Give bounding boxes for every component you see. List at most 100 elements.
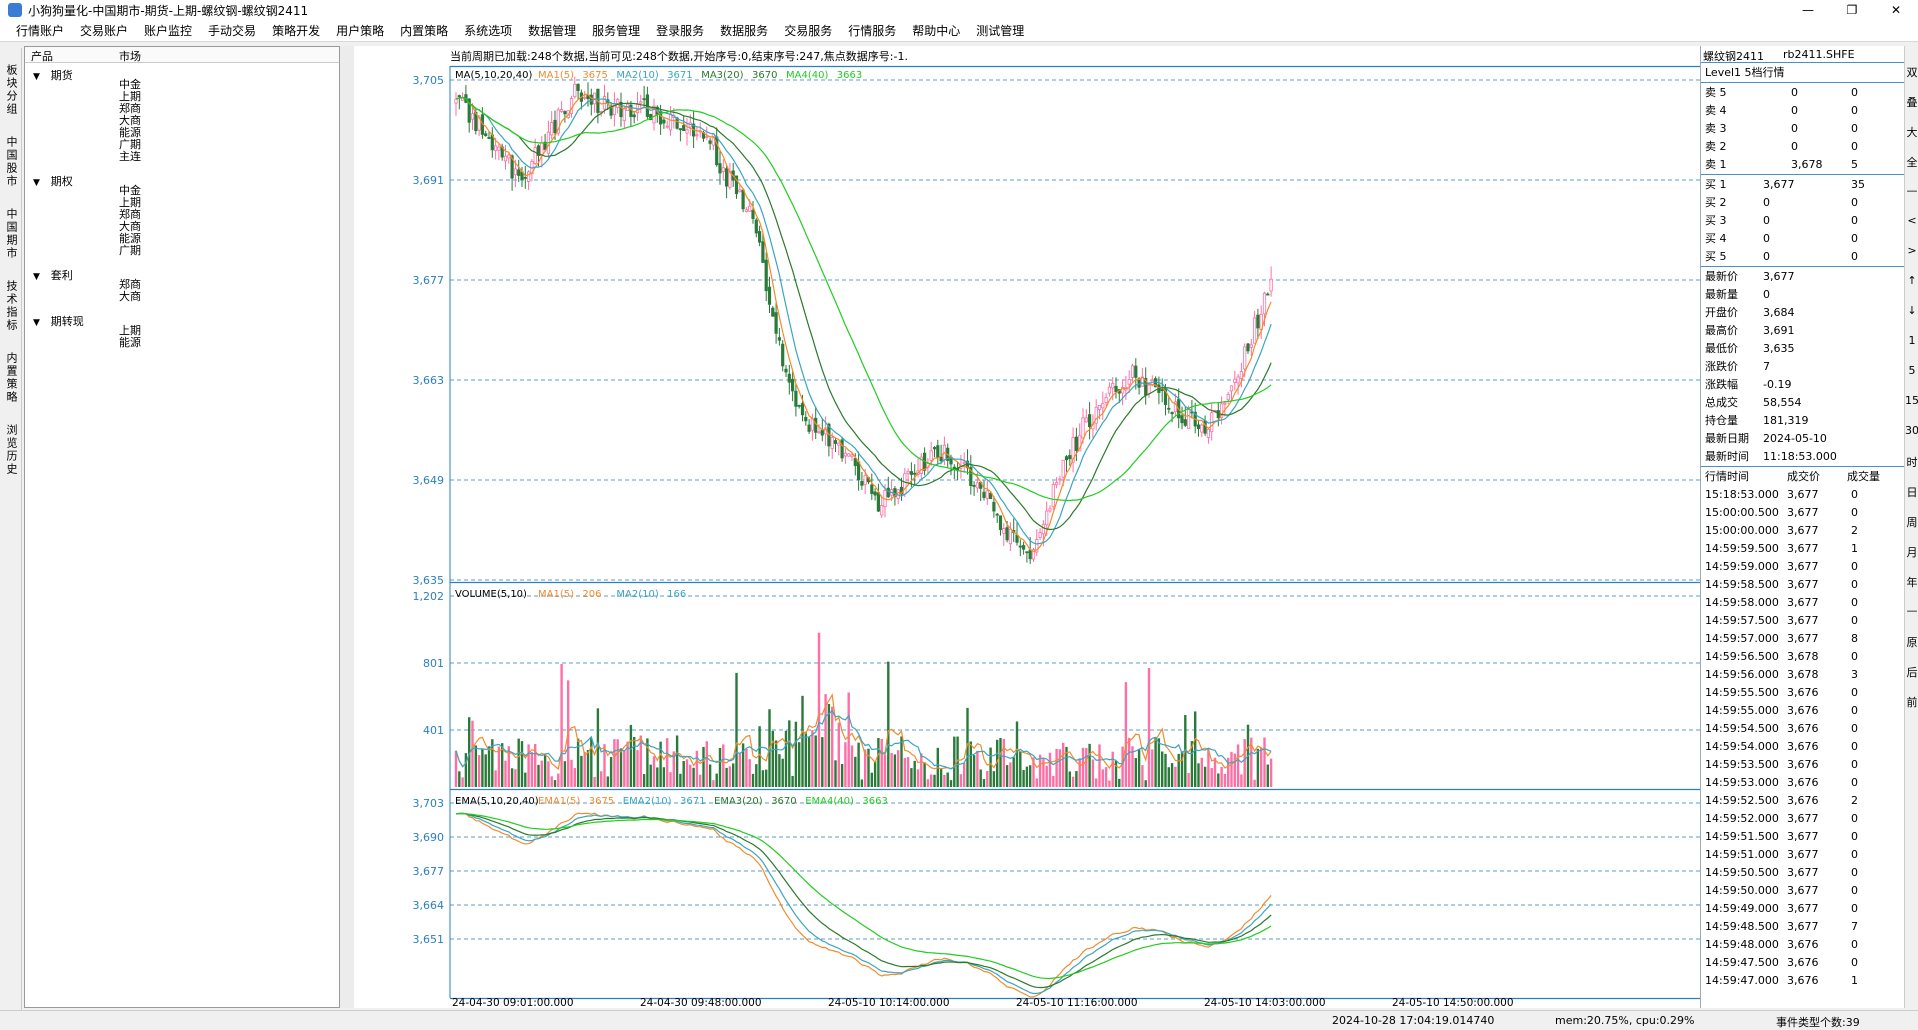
- menu-item-1[interactable]: 交易账户: [72, 20, 136, 42]
- expand-arrow-icon[interactable]: ▼: [33, 318, 43, 328]
- right-tab-15[interactable]: 周: [1905, 514, 1918, 530]
- tree-category-label: 期权: [50, 175, 73, 188]
- candle-body: [484, 133, 488, 137]
- right-tab-14[interactable]: 日: [1905, 484, 1918, 500]
- right-tab-1[interactable]: 叠: [1905, 94, 1918, 110]
- kline-chart[interactable]: 当前周期已加载:248个数据,当前可见:248个数据,开始序号:0,结束序号:2…: [354, 46, 1700, 1008]
- volume-bar: [692, 767, 695, 787]
- ask-row: 卖 5 0 0: [1701, 84, 1905, 102]
- candle-body: [837, 442, 841, 446]
- right-tab-4[interactable]: —: [1905, 184, 1918, 197]
- tree-market-item[interactable]: 能源: [119, 337, 141, 349]
- right-tab-20[interactable]: 后: [1905, 664, 1918, 680]
- right-tab-7[interactable]: ↑: [1905, 274, 1918, 287]
- right-tab-13[interactable]: 时: [1905, 454, 1918, 470]
- volume-bar: [811, 730, 814, 787]
- menu-item-13[interactable]: 行情服务: [840, 20, 904, 42]
- left-tab-1[interactable]: 中国股市: [3, 136, 19, 188]
- x-axis-label: 24-05-10 11:16:00.000: [1016, 997, 1138, 1008]
- candle-body: [1180, 415, 1184, 424]
- right-tab-6[interactable]: >: [1905, 244, 1918, 257]
- expand-arrow-icon[interactable]: ▼: [33, 272, 43, 282]
- menu-item-3[interactable]: 手动交易: [200, 20, 264, 42]
- expand-arrow-icon[interactable]: ▼: [33, 72, 43, 82]
- right-tab-11[interactable]: 15: [1905, 394, 1918, 407]
- right-tab-9[interactable]: 1: [1905, 334, 1918, 347]
- tick-time: 14:59:51.000: [1705, 848, 1779, 861]
- volume-bar: [725, 767, 728, 787]
- right-tab-18[interactable]: —: [1905, 604, 1918, 617]
- right-tab-17[interactable]: 年: [1905, 574, 1918, 590]
- menu-item-5[interactable]: 用户策略: [328, 20, 392, 42]
- candle-body: [559, 109, 564, 112]
- menu-item-0[interactable]: 行情账户: [8, 20, 72, 42]
- volume-bar: [1147, 668, 1151, 787]
- stat-row-label: 最低价: [1705, 342, 1738, 355]
- menu-item-6[interactable]: 内置策略: [392, 20, 456, 42]
- right-tab-0[interactable]: 双: [1905, 64, 1918, 80]
- candle-body: [1203, 420, 1207, 434]
- left-tab-4[interactable]: 内置策略: [3, 352, 19, 404]
- tree-category[interactable]: ▼ 套利: [33, 267, 73, 283]
- left-tab-2[interactable]: 中国期市: [3, 208, 19, 260]
- ask-row-label: 卖 1: [1705, 158, 1727, 171]
- volume-bar: [1266, 764, 1269, 787]
- candle-body: [573, 83, 577, 98]
- menu-item-10[interactable]: 登录服务: [648, 20, 712, 42]
- tick-row: 14:59:56.000 3,678 3: [1701, 666, 1905, 684]
- menu-item-15[interactable]: 测试管理: [968, 20, 1032, 42]
- tree-market-item[interactable]: 主连: [119, 151, 141, 163]
- volume-bar: [1167, 767, 1170, 787]
- right-tab-10[interactable]: 5: [1905, 364, 1918, 377]
- right-tab-3[interactable]: 全: [1905, 154, 1918, 170]
- menu-item-7[interactable]: 系统选项: [456, 20, 520, 42]
- bid-row-vol: 0: [1851, 196, 1858, 209]
- right-tab-12[interactable]: 30: [1905, 424, 1918, 437]
- tick-time: 14:59:58.500: [1705, 578, 1779, 591]
- menu-item-4[interactable]: 策略开发: [264, 20, 328, 42]
- chart-area[interactable]: 当前周期已加载:248个数据,当前可见:248个数据,开始序号:0,结束序号:2…: [354, 46, 1700, 1008]
- panel-splitter[interactable]: [340, 46, 354, 1008]
- close-button[interactable]: ✕: [1874, 0, 1918, 20]
- right-vertical-tabs: 双叠大全 — < > ↑ ↓ 1 5 15 30 时日周月年 — 原后前: [1904, 46, 1918, 1008]
- candle-body: [668, 113, 673, 131]
- tree-market-item[interactable]: 大商: [119, 291, 141, 303]
- stat-row-value: 181,319: [1763, 414, 1809, 427]
- right-tab-21[interactable]: 前: [1905, 694, 1918, 710]
- tree-category[interactable]: ▼ 期货: [33, 67, 73, 83]
- volume-bar: [708, 764, 712, 787]
- bid-row-price: 0: [1763, 232, 1770, 245]
- tree-category[interactable]: ▼ 期权: [33, 173, 73, 189]
- tree-market-item[interactable]: 广期: [119, 245, 141, 257]
- candle-body: [790, 378, 795, 392]
- left-tab-3[interactable]: 技术指标: [3, 280, 19, 332]
- right-tab-19[interactable]: 原: [1905, 634, 1918, 650]
- right-tab-8[interactable]: ↓: [1905, 304, 1918, 317]
- left-tab-0[interactable]: 板块分组: [3, 64, 19, 116]
- left-tab-5[interactable]: 浏览历史: [3, 424, 19, 476]
- candle-body: [695, 134, 699, 137]
- candle-body: [1226, 394, 1230, 401]
- minimize-button[interactable]: —: [1786, 0, 1830, 20]
- right-tab-16[interactable]: 月: [1905, 544, 1918, 560]
- menu-item-2[interactable]: 账户监控: [136, 20, 200, 42]
- candle-body: [853, 458, 857, 467]
- tree-category[interactable]: ▼ 期转现: [33, 313, 84, 329]
- menu-item-11[interactable]: 数据服务: [712, 20, 776, 42]
- menu-item-12[interactable]: 交易服务: [776, 20, 840, 42]
- volume-bar: [926, 779, 930, 787]
- maximize-button[interactable]: ❐: [1830, 0, 1874, 20]
- volume-bar: [609, 757, 613, 787]
- tick-time: 14:59:59.500: [1705, 542, 1779, 555]
- candle-body: [850, 454, 854, 457]
- stat-row-label: 最新日期: [1705, 432, 1749, 445]
- right-tab-2[interactable]: 大: [1905, 124, 1918, 140]
- right-tab-5[interactable]: <: [1905, 214, 1918, 227]
- tick-row: 14:59:50.500 3,677 0: [1701, 864, 1905, 882]
- expand-arrow-icon[interactable]: ▼: [33, 178, 43, 188]
- menu-item-9[interactable]: 服务管理: [584, 20, 648, 42]
- candle-body: [1223, 402, 1227, 405]
- volume-bar: [1081, 747, 1085, 787]
- menu-item-8[interactable]: 数据管理: [520, 20, 584, 42]
- menu-item-14[interactable]: 帮助中心: [904, 20, 968, 42]
